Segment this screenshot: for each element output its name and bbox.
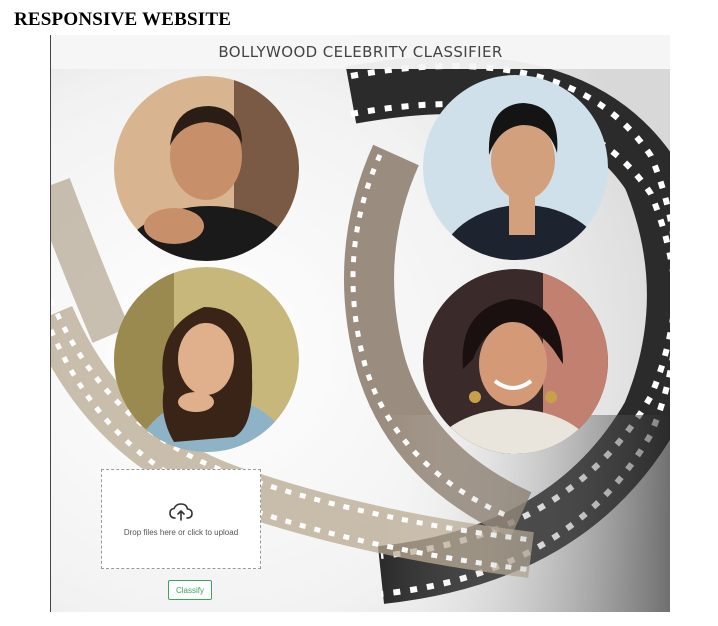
celebrity-photo-2 xyxy=(423,75,608,260)
file-upload-dropzone[interactable]: Drop files here or click to upload xyxy=(101,469,261,569)
site-title: BOLLYWOOD CELEBRITY CLASSIFIER xyxy=(218,43,503,61)
website-frame: BOLLYWOOD CELEBRITY CLASSIFIER Drop file… xyxy=(50,35,670,612)
document-heading: RESPONSIVE WEBSITE xyxy=(14,9,232,30)
celebrity-photo-4 xyxy=(423,269,608,454)
celebrity-photo-1 xyxy=(114,76,299,261)
upload-instructions: Drop files here or click to upload xyxy=(123,527,239,537)
celebrity-photo-3 xyxy=(114,267,299,452)
classify-button[interactable]: Classify xyxy=(168,580,212,600)
navbar: BOLLYWOOD CELEBRITY CLASSIFIER xyxy=(51,35,670,69)
cloud-upload-icon xyxy=(169,502,193,521)
